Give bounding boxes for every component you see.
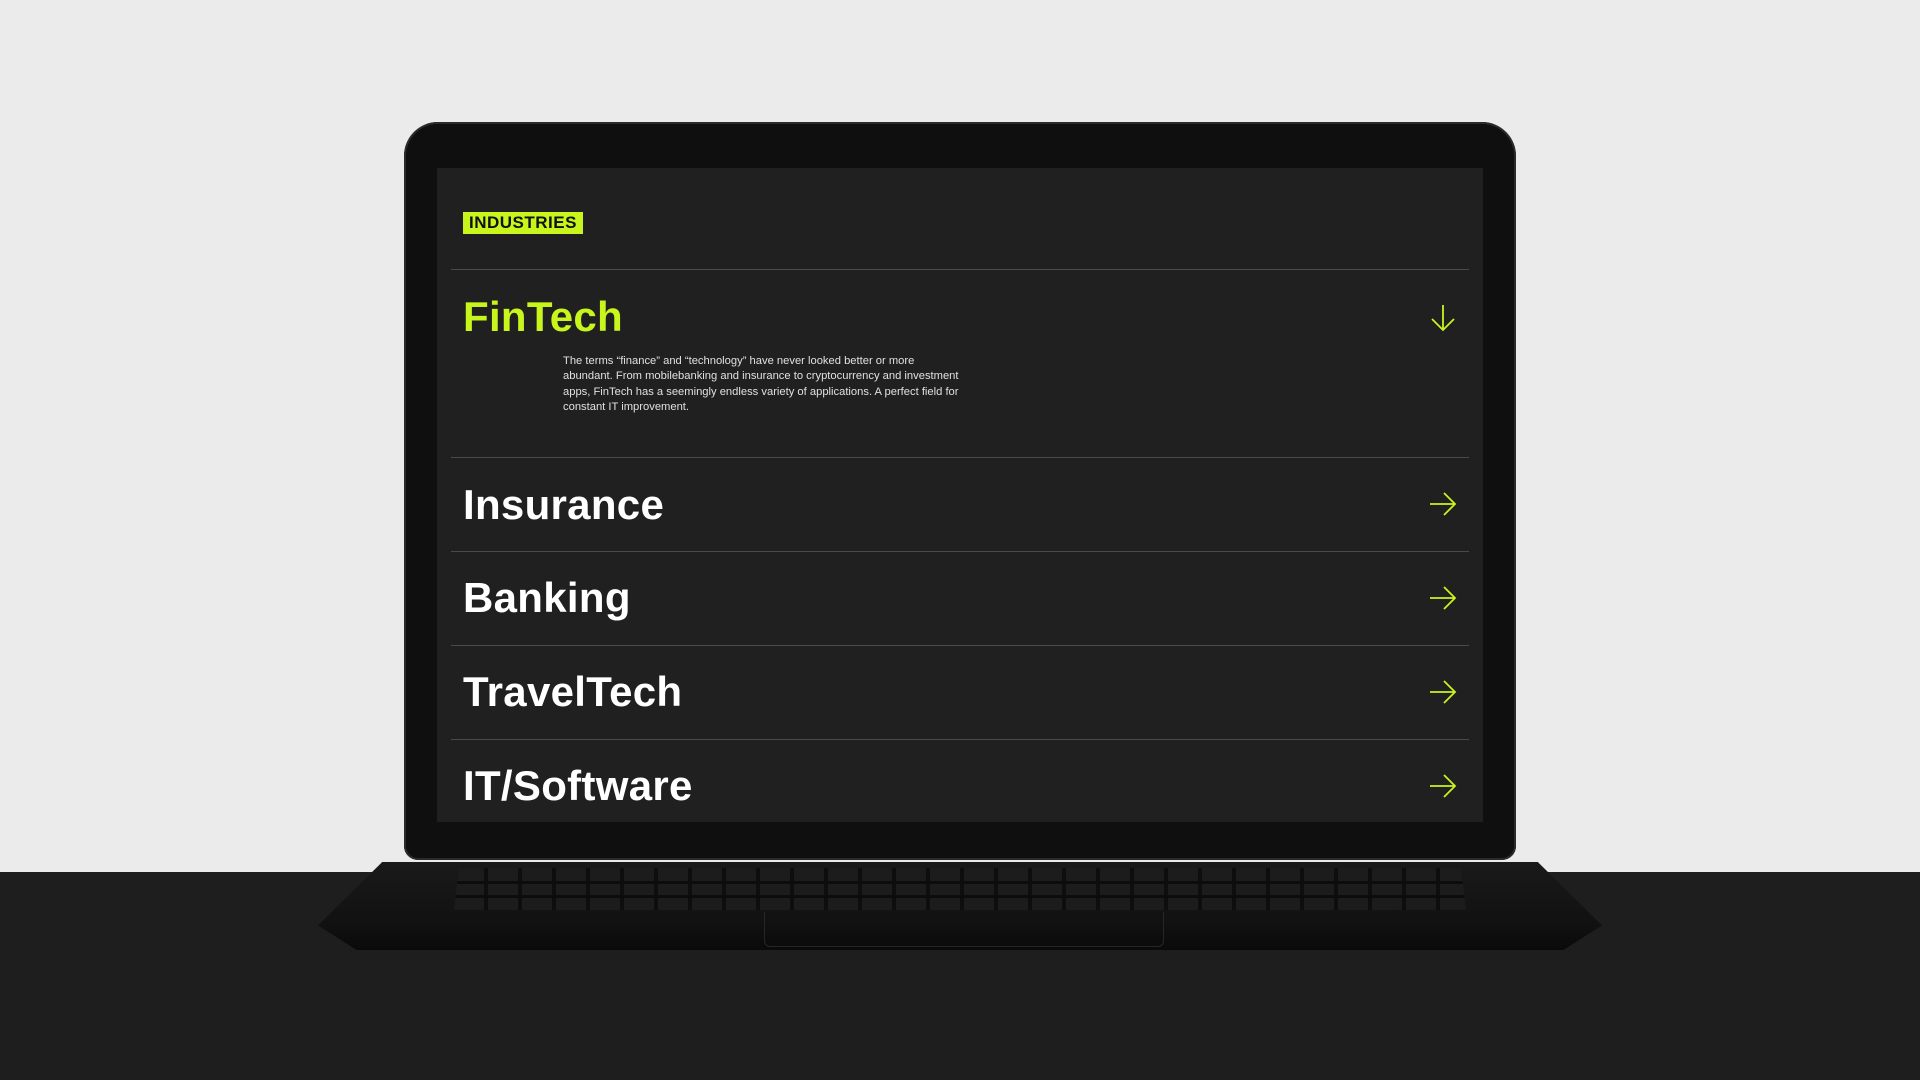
laptop-trackpad	[764, 912, 1164, 947]
arrow-right-icon[interactable]	[1427, 676, 1459, 708]
arrow-down-icon[interactable]	[1427, 302, 1459, 334]
industry-title-insurance[interactable]: Insurance	[463, 480, 664, 530]
arrow-right-icon[interactable]	[1427, 770, 1459, 802]
industry-description-fintech: The terms “finance” and “technology” hav…	[563, 355, 959, 414]
industry-title-banking[interactable]: Banking	[463, 573, 631, 623]
industry-title-traveltech[interactable]: TravelTech	[463, 667, 682, 717]
arrow-right-icon[interactable]	[1427, 582, 1459, 614]
arrow-right-icon[interactable]	[1427, 488, 1459, 520]
industry-title-it-software[interactable]: IT/Software	[463, 761, 693, 811]
industry-title-fintech[interactable]: FinTech	[463, 292, 623, 342]
laptop-keyboard	[454, 868, 1466, 910]
section-tag: INDUSTRIES	[463, 212, 583, 234]
laptop-screen: INDUSTRIES FinTech The terms “finance” a…	[437, 168, 1483, 822]
